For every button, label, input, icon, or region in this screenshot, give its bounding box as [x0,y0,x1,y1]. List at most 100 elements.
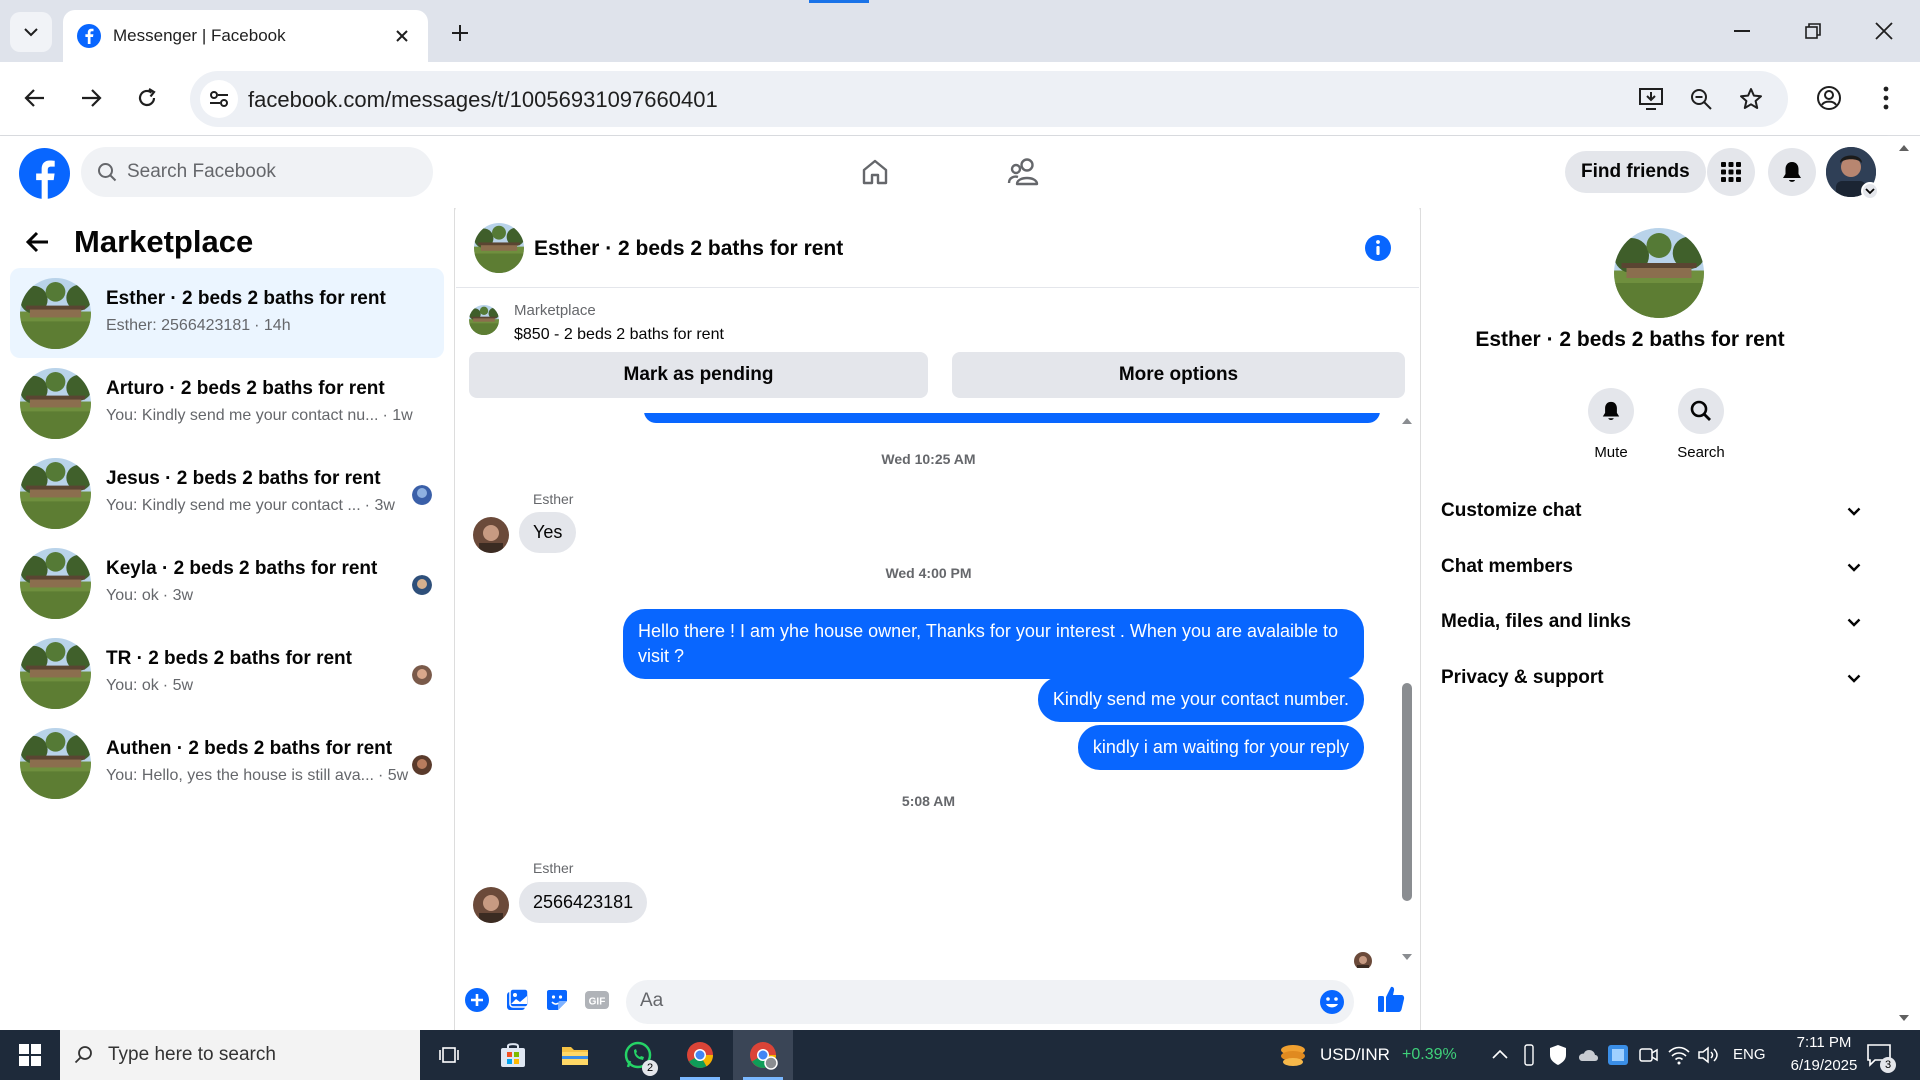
info-icon[interactable] [1364,234,1392,262]
message-input[interactable] [640,990,1280,1012]
forward-button[interactable] [71,78,111,118]
chat-title[interactable]: Esther · 2 beds 2 baths for rent [534,237,843,261]
meet-now-icon[interactable] [1638,1045,1658,1065]
mark-as-pending-button[interactable]: Mark as pending [469,352,928,398]
tab-search-button[interactable] [10,12,52,52]
search-in-conversation-action[interactable]: Search [1666,388,1736,461]
install-app-button[interactable] [1636,84,1666,114]
reload-button[interactable] [127,78,167,118]
listing-thumbnail-large [1614,228,1704,318]
message-bubble-outgoing: kindly i am waiting for your reply [1077,725,1364,770]
listing-thumbnail[interactable] [474,223,524,273]
conversation-item[interactable]: Keyla · 2 beds 2 baths for rent You: ok … [10,538,444,628]
privacy-support-section[interactable]: Privacy & support [1441,653,1861,703]
like-icon[interactable] [1376,984,1406,1014]
app-tray-icon[interactable] [1607,1044,1629,1066]
reload-icon [138,88,156,107]
microsoft-store-app[interactable] [483,1030,543,1080]
currency-pair[interactable]: USD/INR [1320,1045,1390,1065]
sender-avatar[interactable] [473,887,509,923]
scroll-down-icon[interactable] [1401,953,1413,961]
close-window-button[interactable] [1859,12,1909,50]
conversation-item[interactable]: Esther · 2 beds 2 baths for rent Esther:… [10,268,444,358]
tab-close-button[interactable] [390,24,414,48]
close-icon [1875,22,1893,40]
page-scrollbar[interactable] [1888,136,1920,1030]
input-language[interactable]: ENG [1733,1046,1766,1063]
plus-circle-icon[interactable] [463,986,491,1014]
minimize-button[interactable] [1717,12,1767,50]
chat-scrollbar[interactable] [1395,413,1419,968]
task-view-button[interactable] [420,1030,480,1080]
message-input-box[interactable] [626,980,1354,1024]
conversation-name: Arturo · 2 beds 2 baths for rent [106,378,385,399]
arrow-left-icon[interactable] [26,231,50,253]
message-thread: Wed 10:25 AM Esther Yes Wed 4:00 PM Hell… [456,413,1401,968]
conversation-item[interactable]: TR · 2 beds 2 baths for rent You: ok · 5… [10,628,444,718]
bookmark-button[interactable] [1736,84,1766,114]
listing-label: Marketplace [514,302,596,319]
new-tab-button[interactable] [445,18,475,48]
scroll-up-icon[interactable] [1401,417,1413,425]
chrome-profile-app[interactable] [733,1030,793,1080]
whatsapp-app[interactable]: 2 [608,1030,668,1080]
conversation-preview-text: Esther: 2566423181 [106,317,251,334]
friends-nav[interactable] [1004,154,1044,190]
notifications-button[interactable] [1768,148,1816,196]
chevron-up-icon[interactable] [1492,1049,1508,1059]
media-files-links-section[interactable]: Media, files and links [1441,597,1861,647]
scroll-thumb[interactable] [1402,683,1412,901]
search-label: Search [1677,444,1725,461]
customize-chat-section[interactable]: Customize chat [1441,486,1861,536]
site-info-button[interactable] [200,80,238,118]
menu-button[interactable] [1707,148,1755,196]
chat-header: Esther · 2 beds 2 baths for rent [456,208,1419,288]
onedrive-icon[interactable] [1577,1045,1599,1063]
listing-price[interactable]: $850 - 2 beds 2 baths for rent [514,326,724,344]
url-text: facebook.com/messages/t/1005693109766040… [248,87,718,112]
clock-time[interactable]: 7:11 PM [1784,1034,1864,1051]
sticker-icon[interactable] [543,986,571,1014]
more-vertical-icon [1883,86,1889,110]
taskbar-search-placeholder: Type here to search [108,1044,276,1065]
seen-avatar [412,575,432,595]
gif-icon[interactable]: GIF [583,986,611,1014]
message-bubble-outgoing [644,413,1380,423]
restore-button[interactable] [1788,12,1838,50]
chrome-app[interactable] [670,1030,730,1080]
address-bar[interactable]: facebook.com/messages/t/1005693109766040… [190,71,1788,127]
mute-action[interactable]: Mute [1576,388,1646,461]
home-nav[interactable] [855,154,895,190]
clock-date[interactable]: 6/19/2025 [1779,1057,1869,1074]
defender-icon[interactable] [1548,1044,1568,1066]
more-options-button[interactable]: More options [952,352,1405,398]
account-chevron[interactable] [1861,182,1879,200]
sender-name: Esther [533,491,574,507]
zoom-button[interactable] [1686,84,1716,114]
file-explorer-app[interactable] [545,1030,605,1080]
find-friends-button[interactable]: Find friends [1565,151,1706,193]
wifi-icon[interactable] [1667,1045,1691,1065]
conversation-name: Authen · 2 beds 2 baths for rent [106,738,393,759]
scroll-down-icon[interactable] [1898,1014,1910,1022]
sender-avatar[interactable] [473,517,509,553]
volume-icon[interactable] [1697,1045,1721,1065]
emoji-icon[interactable] [1318,988,1346,1016]
start-button[interactable] [0,1030,60,1080]
scroll-up-icon[interactable] [1898,144,1910,152]
usb-icon[interactable] [1522,1044,1536,1066]
currency-widget-icon[interactable] [1278,1042,1308,1068]
taskbar-search[interactable]: Type here to search [60,1030,420,1080]
conversation-item[interactable]: Authen · 2 beds 2 baths for rent You: He… [10,718,444,808]
browser-menu-button[interactable] [1866,78,1906,118]
facebook-logo-icon[interactable] [19,148,70,199]
facebook-search-input[interactable] [127,161,407,183]
facebook-search[interactable] [81,147,433,197]
profile-button[interactable] [1809,78,1849,118]
chat-members-section[interactable]: Chat members [1441,542,1861,592]
back-button[interactable] [15,78,55,118]
conversation-item[interactable]: Arturo · 2 beds 2 baths for rent You: Ki… [10,358,444,448]
photo-icon[interactable] [503,986,531,1014]
browser-tab[interactable]: Messenger | Facebook [63,10,428,62]
conversation-item[interactable]: Jesus · 2 beds 2 baths for rent You: Kin… [10,448,444,538]
